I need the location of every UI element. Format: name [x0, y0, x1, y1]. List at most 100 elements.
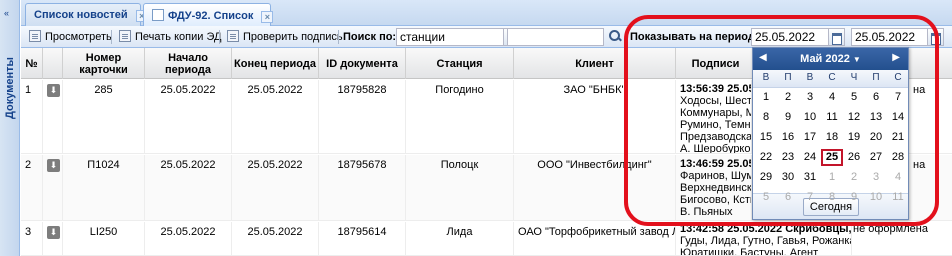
- expand-icon[interactable]: ⬇: [47, 226, 60, 239]
- tab-fdu92-list[interactable]: ФДУ-92. Список ×: [143, 3, 274, 27]
- toolbar-separator: [219, 30, 220, 44]
- calendar-day[interactable]: 4: [887, 169, 909, 186]
- card-number-cell: LI250: [63, 222, 145, 255]
- card-number-cell: 285: [63, 80, 145, 153]
- calendar-day[interactable]: 17: [799, 129, 821, 146]
- calendar-day[interactable]: 7: [887, 89, 909, 106]
- signature-line: Гуды, Лида, Гутно, Гавья, Рожанка,: [680, 235, 852, 247]
- document-id-cell: 18795678: [319, 155, 406, 220]
- col-expander: [43, 48, 63, 79]
- row-expander[interactable]: ⬇: [43, 80, 63, 153]
- weekday-label: В: [762, 72, 770, 83]
- calendar-day[interactable]: 8: [821, 189, 843, 206]
- station-cell: Полоцк: [406, 155, 514, 220]
- calendar-day[interactable]: 7: [799, 189, 821, 206]
- end-date-cell: 25.05.2022: [232, 155, 319, 220]
- document-icon: [152, 9, 164, 21]
- calendar-day[interactable]: 6: [777, 189, 799, 206]
- calendar-day[interactable]: 5: [843, 89, 865, 106]
- calendar-day[interactable]: 23: [777, 149, 799, 166]
- calendar-day[interactable]: 16: [777, 129, 799, 146]
- row-number: 2: [21, 155, 43, 220]
- table-row[interactable]: 3 ⬇ LI250 25.05.2022 25.05.2022 18795614…: [21, 222, 952, 256]
- month-label: Май 2022: [800, 53, 850, 65]
- calendar-day[interactable]: 18: [821, 129, 843, 146]
- view-button[interactable]: Просмотреть: [25, 28, 116, 46]
- calendar-day[interactable]: 21: [887, 129, 909, 146]
- calendar-day[interactable]: 6: [865, 89, 887, 106]
- search-icon[interactable]: [608, 29, 622, 43]
- col-period-end[interactable]: Конец периода: [232, 48, 319, 79]
- expand-icon[interactable]: ⬇: [47, 159, 60, 172]
- date-picker[interactable]: ◀ Май 2022 ▼ ▶ Сегодня ВПВСЧПС1234567891…: [752, 47, 909, 220]
- chevron-down-icon: ▼: [852, 55, 861, 64]
- calendar-day[interactable]: 29: [755, 169, 777, 186]
- calendar-day[interactable]: 28: [887, 149, 909, 166]
- search-input[interactable]: [507, 28, 604, 46]
- calendar-day[interactable]: 11: [887, 189, 909, 206]
- col-document-id[interactable]: ID документа: [319, 48, 406, 79]
- weekday-label: В: [806, 72, 814, 83]
- sidebar-title: Документы: [2, 30, 18, 150]
- calendar-day[interactable]: 1: [755, 89, 777, 106]
- calendar-day[interactable]: 2: [843, 169, 865, 186]
- calendar-day[interactable]: 5: [755, 189, 777, 206]
- next-month-icon[interactable]: ▶: [892, 52, 900, 63]
- calendar-day[interactable]: 11: [821, 109, 843, 126]
- col-station[interactable]: Станция: [406, 48, 514, 79]
- tab-label: Список новостей: [34, 9, 128, 21]
- calendar-day[interactable]: 15: [755, 129, 777, 146]
- tab-news-list[interactable]: Список новостей ×: [25, 3, 148, 26]
- col-number[interactable]: №: [21, 48, 43, 79]
- calendar-day[interactable]: 14: [887, 109, 909, 126]
- calendar-day[interactable]: 26: [843, 149, 865, 166]
- print-copy-button[interactable]: Печать копии ЭД: [115, 28, 225, 46]
- month-selector[interactable]: Май 2022 ▼: [753, 53, 908, 65]
- calendar-day[interactable]: 13: [865, 109, 887, 126]
- col-period-start[interactable]: Начало периода: [145, 48, 232, 79]
- calendar-day[interactable]: 30: [777, 169, 799, 186]
- calendar-day[interactable]: 22: [755, 149, 777, 166]
- view-icon: [29, 30, 41, 42]
- toolbar-separator: [111, 30, 112, 44]
- calendar-day[interactable]: 3: [799, 89, 821, 106]
- view-label: Просмотреть: [45, 31, 112, 43]
- calendar-day[interactable]: 10: [799, 109, 821, 126]
- calendar-day[interactable]: 31: [799, 169, 821, 186]
- verify-label: Проверить подпись: [243, 31, 343, 43]
- col-card-number[interactable]: Номер карточки: [63, 48, 145, 79]
- calendar-day[interactable]: 9: [843, 189, 865, 206]
- calendar-day[interactable]: 2: [777, 89, 799, 106]
- start-date-cell: 25.05.2022: [145, 155, 232, 220]
- row-number: 3: [21, 222, 43, 255]
- collapse-sidebar-icon[interactable]: «: [4, 8, 9, 18]
- row-expander[interactable]: ⬇: [43, 222, 63, 255]
- station-cell: Лида: [406, 222, 514, 255]
- end-date-cell: 25.05.2022: [232, 80, 319, 153]
- weekday-label: П: [784, 72, 792, 83]
- search-field-select[interactable]: станции: [396, 28, 504, 46]
- verify-signature-button[interactable]: Проверить подпись: [223, 28, 347, 46]
- calendar-day[interactable]: 10: [865, 189, 887, 206]
- calendar-day[interactable]: 4: [821, 89, 843, 106]
- documents-sidebar[interactable]: « Документы: [0, 0, 20, 256]
- signatures-cell: 13:42:58 25.05.2022 Скрибовцы, Гуды, Лид…: [676, 222, 852, 255]
- client-cell: ОАО "Торфобрикетный завод Л...: [514, 222, 676, 255]
- calendar-day[interactable]: 27: [865, 149, 887, 166]
- start-date-cell: 25.05.2022: [145, 80, 232, 153]
- calendar-day[interactable]: 3: [865, 169, 887, 186]
- start-date-cell: 25.05.2022: [145, 222, 232, 255]
- close-icon[interactable]: ×: [261, 11, 274, 23]
- expand-icon[interactable]: ⬇: [47, 84, 60, 97]
- calendar-day[interactable]: 19: [843, 129, 865, 146]
- calendar-day[interactable]: 25: [821, 149, 843, 166]
- calendar-day[interactable]: 9: [777, 109, 799, 126]
- row-expander[interactable]: ⬇: [43, 155, 63, 220]
- calendar-day[interactable]: 1: [821, 169, 843, 186]
- calendar-day[interactable]: 20: [865, 129, 887, 146]
- toolbar-separator: [338, 30, 339, 44]
- date-picker-header: ◀ Май 2022 ▼ ▶: [753, 48, 908, 70]
- calendar-day[interactable]: 12: [843, 109, 865, 126]
- calendar-day[interactable]: 24: [799, 149, 821, 166]
- calendar-day[interactable]: 8: [755, 109, 777, 126]
